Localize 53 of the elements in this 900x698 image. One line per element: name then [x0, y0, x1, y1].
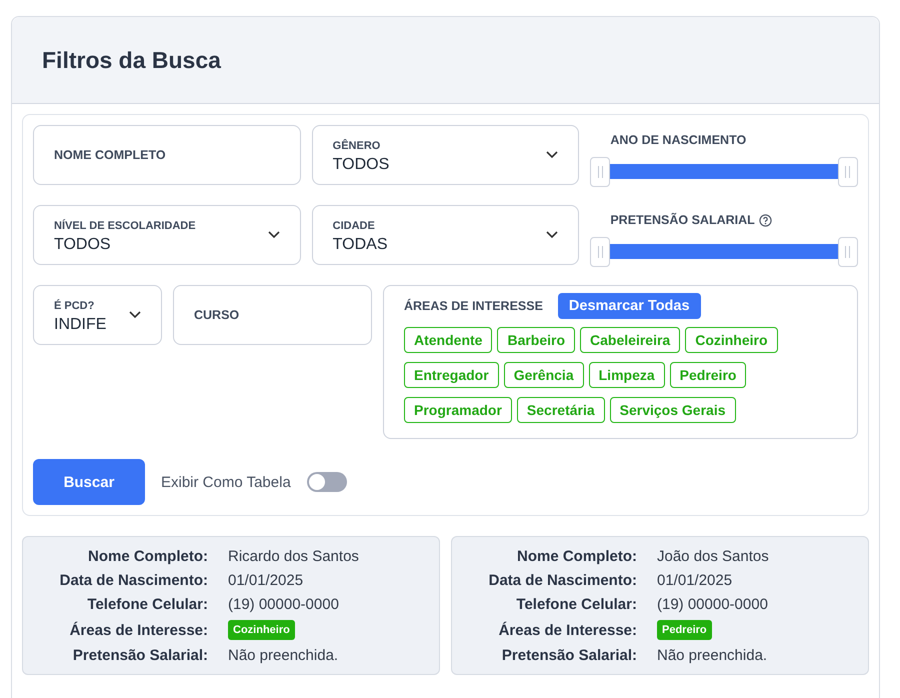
- select-field[interactable]: É PCD? INDIFE: [33, 285, 162, 345]
- text-input-field[interactable]: CURSO: [173, 285, 372, 345]
- field-value: (19) 00000-0000: [657, 596, 769, 613]
- field-label: Telefone Celular:: [86, 596, 208, 613]
- area-chip[interactable]: Secretária: [516, 397, 605, 423]
- field-value: Não preenchida.: [228, 647, 340, 664]
- areas-label: ÁREAS DE INTERESSE: [404, 299, 543, 313]
- area-chip[interactable]: Atendente: [404, 327, 492, 353]
- field-label: Pretensão Salarial:: [72, 647, 208, 664]
- chevron-down-icon: [129, 311, 141, 319]
- field-value: João dos Santos: [657, 548, 770, 565]
- field-label: Áreas de Interesse:: [498, 622, 637, 638]
- area-tag: Pedreiro: [657, 620, 712, 640]
- chevron-down-icon: [546, 151, 558, 159]
- field-label: Telefone Celular:: [515, 596, 637, 613]
- area-chip[interactable]: Pedreiro: [670, 362, 746, 388]
- area-chip[interactable]: Gerência: [504, 362, 584, 388]
- area-chip[interactable]: Cozinheiro: [685, 327, 778, 353]
- text-input-field[interactable]: NOME COMPLETO: [33, 125, 301, 185]
- panel-title: Filtros da Busca: [42, 46, 221, 74]
- area-chip[interactable]: Limpeza: [588, 362, 665, 388]
- area-chip[interactable]: Cabeleireira: [580, 327, 680, 353]
- slider-handle[interactable]: [838, 157, 858, 187]
- slider-handle[interactable]: [838, 237, 858, 267]
- field-value: 01/01/2025: [228, 572, 304, 589]
- toggle-label: Exibir Como Tabela: [161, 474, 291, 490]
- slider-handle[interactable]: [590, 157, 610, 187]
- slider-handle[interactable]: [590, 237, 610, 267]
- select-field[interactable]: NÍVEL DE ESCOLARIDADE TODOS: [33, 205, 301, 265]
- range-label: ANO DE NASCIMENTO: [610, 133, 746, 147]
- chevron-down-icon: [546, 231, 558, 239]
- chevron-down-icon: [268, 231, 280, 239]
- select-field[interactable]: GÊNERO TODOS: [312, 125, 580, 185]
- field-value: Ricardo dos Santos: [228, 548, 360, 565]
- range-label: PRETENSÃO SALARIAL: [610, 213, 755, 227]
- area-chip[interactable]: Entregador: [404, 362, 499, 388]
- toggle-switch[interactable]: [306, 472, 347, 492]
- area-chip[interactable]: Barbeiro: [497, 327, 576, 353]
- field-label: Áreas de Interesse:: [68, 622, 208, 638]
- area-tag: Cozinheiro: [228, 620, 295, 640]
- field-value: 01/01/2025: [657, 572, 734, 589]
- area-chip[interactable]: Programador: [404, 397, 512, 423]
- field-label: Data de Nascimento:: [58, 572, 208, 589]
- area-chip[interactable]: Serviços Gerais: [610, 397, 736, 423]
- field-value: Não preenchida.: [657, 647, 768, 664]
- search-button[interactable]: Buscar: [33, 459, 145, 505]
- field-label: Nome Completo:: [87, 548, 208, 565]
- field-label: Nome Completo:: [516, 548, 637, 565]
- field-label: Data de Nascimento:: [488, 572, 637, 589]
- field-label: Pretensão Salarial:: [500, 647, 637, 664]
- field-value: (19) 00000-0000: [228, 596, 340, 613]
- select-field[interactable]: CIDADE TODAS: [312, 205, 580, 265]
- clear-all-button[interactable]: Desmarcar Todas: [558, 293, 701, 319]
